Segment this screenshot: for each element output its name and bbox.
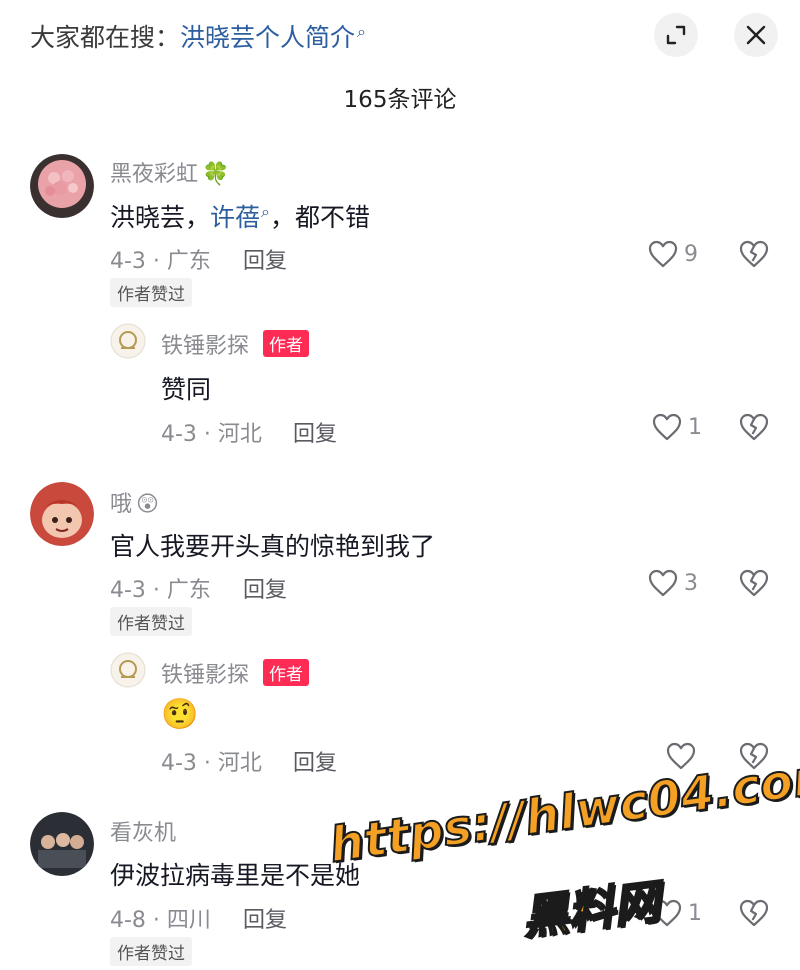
search-suggestion[interactable]: 大家都在搜：洪晓芸个人简介 ⌕ xyxy=(30,18,366,54)
dislike-heart-icon xyxy=(739,240,769,268)
author-badge: 作者 xyxy=(263,659,309,686)
avatar[interactable] xyxy=(30,482,94,546)
reply-username[interactable]: 铁锤影探 xyxy=(161,657,249,689)
dislike-heart-icon xyxy=(739,413,769,441)
text-segment: 洪晓芸， xyxy=(110,203,211,232)
author-badge: 作者 xyxy=(263,330,309,357)
search-prefix: 大家都在搜： xyxy=(30,23,181,52)
avatar[interactable] xyxy=(110,323,146,359)
surprised-emoji: 😲 xyxy=(136,492,159,517)
like-button[interactable]: 9 xyxy=(648,240,698,268)
dislike-button[interactable] xyxy=(739,413,769,445)
search-link[interactable]: 许蓓 xyxy=(210,203,260,232)
comment-meta: 4-3 · 广东 xyxy=(110,578,211,603)
comment-text: 伊波拉病毒里是不是她 xyxy=(110,861,361,890)
dislike-button[interactable] xyxy=(739,899,769,931)
search-icon: ⌕ xyxy=(261,201,270,221)
author-liked-badge: 作者赞过 xyxy=(110,607,192,636)
reply-button[interactable]: 回复 xyxy=(293,745,337,777)
expand-icon xyxy=(666,25,686,45)
author-liked-badge: 作者赞过 xyxy=(110,278,192,307)
avatar[interactable] xyxy=(30,154,94,218)
heart-icon xyxy=(652,413,682,441)
like-count: 1 xyxy=(688,900,702,926)
avatar[interactable] xyxy=(110,652,146,688)
comment-meta: 4-3 · 广东 xyxy=(110,249,211,274)
like-button[interactable]: 1 xyxy=(652,413,702,441)
like-count: 3 xyxy=(684,570,698,596)
reply-button[interactable]: 回复 xyxy=(243,902,287,934)
comment-meta: 4-8 · 四川 xyxy=(110,908,211,933)
dislike-heart-icon xyxy=(739,899,769,927)
like-count: 9 xyxy=(684,241,698,267)
username-text: 哦 xyxy=(110,492,133,517)
comment-count: 165条评论 xyxy=(343,87,457,113)
comment-text: 官人我要开头真的惊艳到我了 xyxy=(110,532,436,561)
clover-emoji: 🍀 xyxy=(202,162,230,187)
expand-button[interactable] xyxy=(654,13,698,57)
dislike-heart-icon xyxy=(739,569,769,597)
heart-icon xyxy=(648,240,678,268)
dislike-button[interactable] xyxy=(739,569,769,601)
heart-icon xyxy=(648,569,678,597)
like-count: 1 xyxy=(688,414,702,440)
reply-username[interactable]: 铁锤影探 xyxy=(161,328,249,360)
reply-meta: 4-3 · 河北 xyxy=(161,751,262,776)
reply-text: 赞同 xyxy=(161,375,212,404)
reply-emoji-text: 🤨 xyxy=(161,697,199,732)
close-icon xyxy=(746,25,766,45)
author-liked-badge: 作者赞过 xyxy=(110,937,192,966)
reply-meta: 4-3 · 河北 xyxy=(161,422,262,447)
comment-username[interactable]: 黑夜彩虹 🍀 xyxy=(110,156,229,188)
reply-button[interactable]: 回复 xyxy=(243,572,287,604)
comment-text: 洪晓芸，许蓓⌕，都不错 xyxy=(110,198,370,234)
like-button[interactable]: 3 xyxy=(648,569,698,597)
reply-button[interactable]: 回复 xyxy=(243,243,287,275)
username-text: 黑夜彩虹 xyxy=(110,162,199,187)
watermark-site-name: 黑料网 xyxy=(518,873,664,945)
dislike-button[interactable] xyxy=(739,240,769,272)
comment-username[interactable]: 看灰机 xyxy=(110,815,176,847)
avatar[interactable] xyxy=(30,812,94,876)
text-segment: ，都不错 xyxy=(270,203,371,232)
watermark-url: https://hlwc04.com xyxy=(325,745,800,874)
close-button[interactable] xyxy=(734,13,778,57)
comment-username[interactable]: 哦 😲 xyxy=(110,486,159,518)
search-term-link[interactable]: 洪晓芸个人简介 xyxy=(180,23,355,52)
reply-button[interactable]: 回复 xyxy=(293,416,337,448)
search-icon: ⌕ xyxy=(357,21,366,41)
